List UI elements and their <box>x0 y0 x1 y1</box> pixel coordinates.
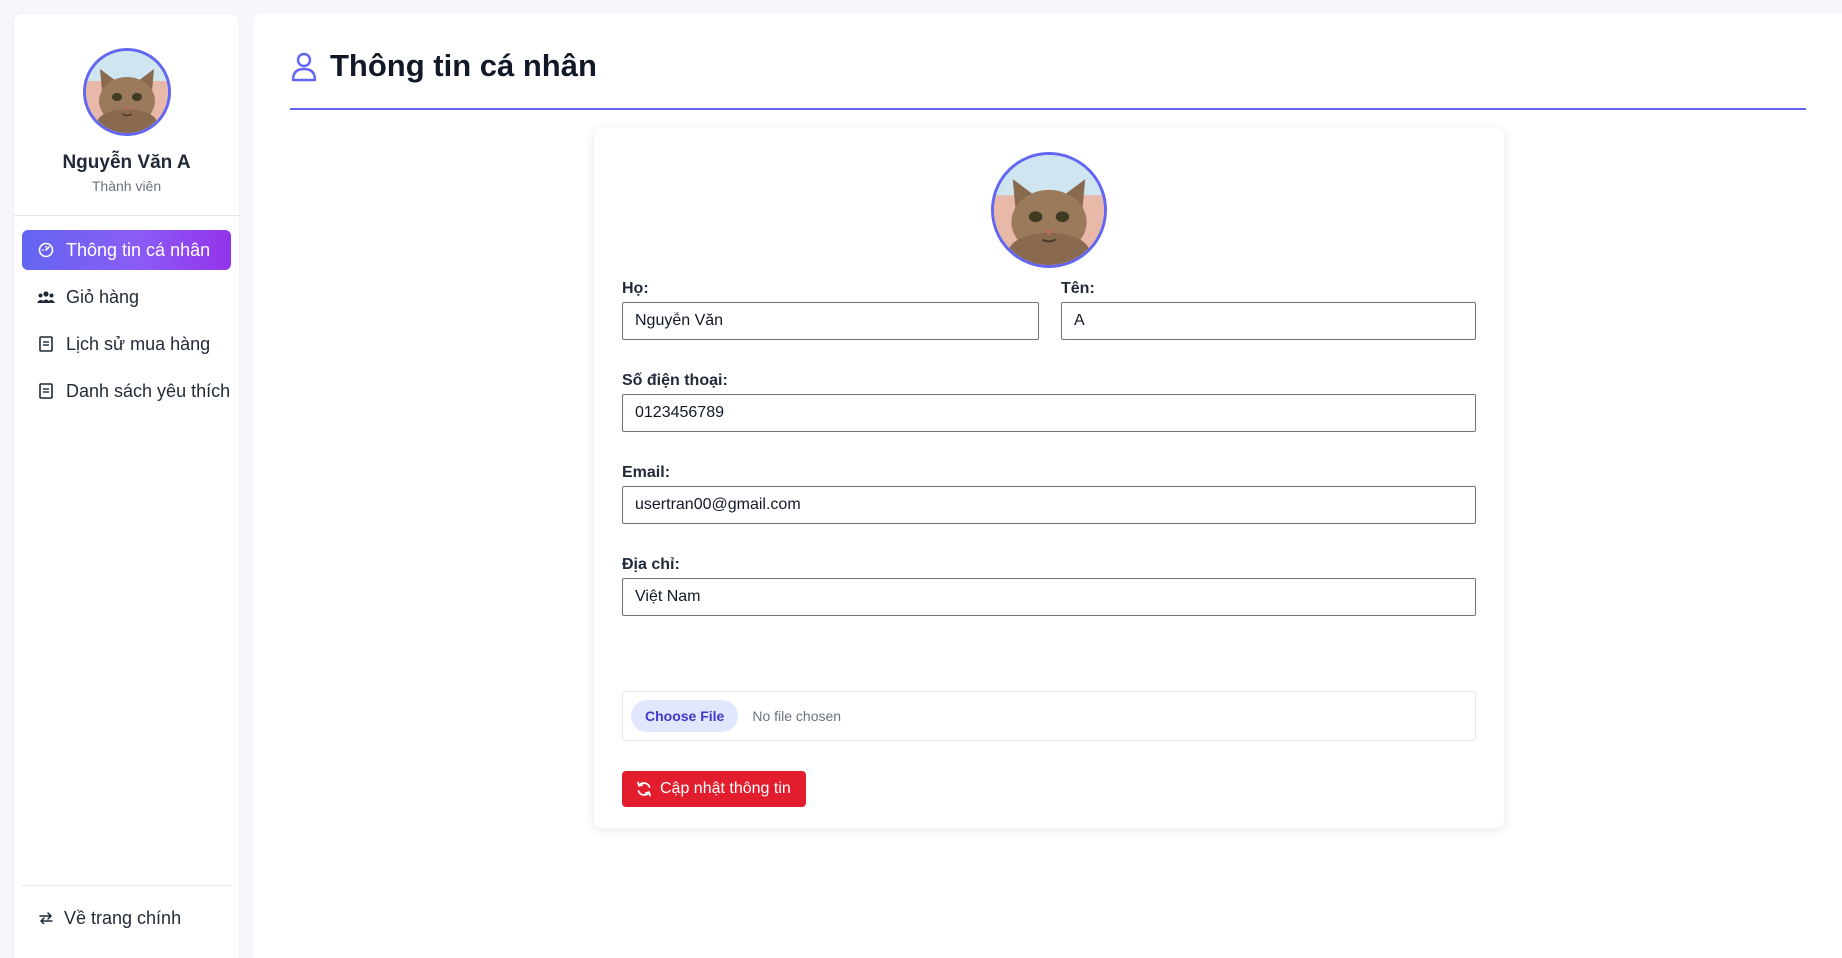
first-name-input[interactable] <box>1061 302 1476 340</box>
sidebar-item-label: Lịch sử mua hàng <box>66 333 211 354</box>
user-role: Thành viên <box>91 178 162 194</box>
sidebar-profile: Nguyễn Văn A Thành viên <box>14 14 239 216</box>
sidebar-item-history[interactable]: Lịch sử mua hàng <box>22 324 231 364</box>
exchange-arrows-icon <box>38 910 54 926</box>
sidebar-item-profile[interactable]: Thông tin cá nhân <box>22 230 231 270</box>
back-link-label: Về trang chính <box>64 907 182 928</box>
address-input[interactable] <box>622 578 1476 616</box>
dashboard-icon <box>36 240 56 260</box>
main-panel: Thông tin cá nhân Họ: Tên: Số điện thoại… <box>254 14 1842 958</box>
sidebar-item-cart[interactable]: Giỏ hàng <box>22 277 231 317</box>
refresh-icon <box>636 781 652 797</box>
email-input[interactable] <box>622 486 1476 524</box>
sidebar-footer: Về trang chính <box>22 885 231 944</box>
first-name-label: Tên: <box>1061 280 1095 297</box>
users-icon <box>36 287 56 307</box>
email-label: Email: <box>622 464 671 481</box>
sidebar: Nguyễn Văn A Thành viên Thông tin cá nhâ… <box>14 14 239 958</box>
avatar <box>82 48 171 136</box>
file-status: No file chosen <box>752 708 842 724</box>
sidebar-item-wishlist[interactable]: Danh sách yêu thích <box>22 371 231 411</box>
update-info-label: Cập nhật thông tin <box>660 780 791 797</box>
phone-label: Số điện thoại: <box>622 372 728 389</box>
sidebar-item-label: Thông tin cá nhân <box>66 239 211 260</box>
back-to-home-link[interactable]: Về trang chính <box>22 892 231 944</box>
user-icon <box>291 52 317 82</box>
last-name-label: Họ: <box>622 280 649 297</box>
page-header: Thông tin cá nhân <box>290 48 1806 110</box>
update-info-button[interactable]: Cập nhật thông tin <box>622 771 806 807</box>
address-label: Địa chỉ: <box>622 556 680 573</box>
document-icon <box>36 381 56 401</box>
document-icon <box>36 334 56 354</box>
cat-avatar-image <box>85 51 168 133</box>
sidebar-item-label: Giỏ hàng <box>66 286 140 307</box>
profile-avatar <box>991 152 1107 268</box>
last-name-input[interactable] <box>622 302 1039 340</box>
choose-file-button[interactable]: Choose File <box>631 700 739 732</box>
profile-form-card: Họ: Tên: Số điện thoại: Email: Địa chỉ: … <box>594 128 1504 828</box>
sidebar-nav: Thông tin cá nhân Giỏ hàng Lịch sử mua h… <box>14 216 239 411</box>
page-title: Thông tin cá nhân <box>330 48 597 83</box>
avatar-file-input[interactable]: Choose File No file chosen <box>622 691 1476 741</box>
cat-avatar-image <box>994 155 1104 265</box>
phone-input[interactable] <box>622 394 1476 432</box>
user-name: Nguyễn Văn A <box>62 152 191 173</box>
sidebar-item-label: Danh sách yêu thích <box>66 380 231 401</box>
